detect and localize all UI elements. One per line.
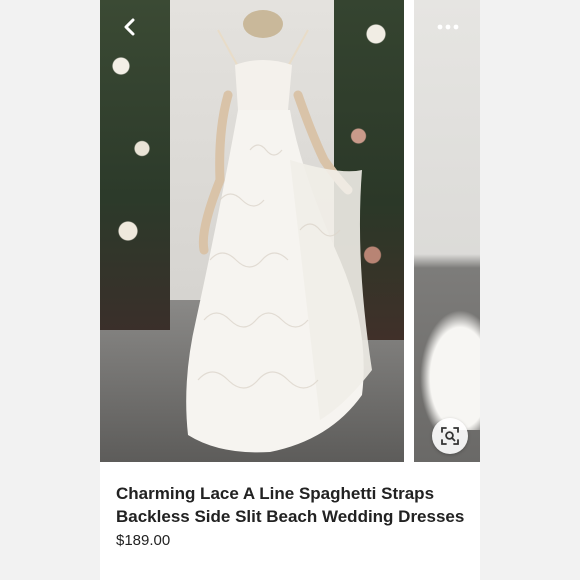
- visual-search-icon: [441, 427, 459, 445]
- image-carousel[interactable]: [100, 0, 480, 462]
- more-button[interactable]: [431, 14, 465, 40]
- chevron-left-icon: [124, 18, 135, 36]
- dress-illustration: [186, 10, 372, 453]
- back-button[interactable]: [116, 14, 142, 40]
- next-product-photo[interactable]: [414, 0, 480, 462]
- product-card: Charming Lace A Line Spaghetti Straps Ba…: [100, 0, 480, 580]
- next-photo-lace: [414, 300, 480, 430]
- listing-info: Charming Lace A Line Spaghetti Straps Ba…: [116, 482, 472, 549]
- more-horizontal-icon: [437, 24, 459, 30]
- product-price: $189.00: [116, 532, 171, 549]
- visual-search-button[interactable]: [432, 418, 468, 454]
- product-photo[interactable]: [100, 0, 404, 462]
- product-title[interactable]: Charming Lace A Line Spaghetti Straps Ba…: [116, 482, 472, 528]
